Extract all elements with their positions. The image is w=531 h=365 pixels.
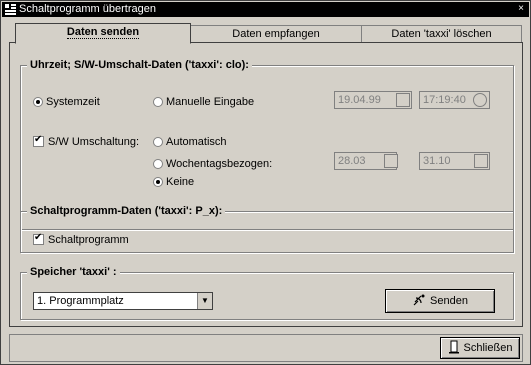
tab-daten-loeschen[interactable]: Daten 'taxxi' löschen [361,25,522,43]
tab-label: Daten 'taxxi' löschen [391,28,492,40]
keine-label: Keine [166,176,195,188]
wochentag-label: Wochentagsbezogen: [166,158,273,170]
manuelle-radio[interactable]: Manuelle Eingabe [153,96,254,109]
send-button[interactable]: Senden [385,289,495,313]
program-group-title: Schaltprogramm-Daten ('taxxi': P_x): [27,205,226,218]
memory-group-title: Speicher 'taxxi' : [27,266,120,279]
radio-indicator [153,177,163,187]
memory-group: Speicher 'taxxi' : 1. Programmplatz ▼ Se… [20,266,514,320]
close-icon[interactable]: × [516,4,526,14]
program-group: Schaltprogramm-Daten ('taxxi': P_x): Sch… [20,205,514,253]
app-icon [5,4,16,15]
systemzeit-label: Systemzeit [46,96,100,108]
wochentag-radio[interactable]: Wochentagsbezogen: [153,158,272,171]
sw-label: S/W Umschaltung: [48,136,140,148]
tab-label: Daten empfangen [232,28,320,40]
calendar-icon[interactable] [396,93,410,107]
radio-indicator [33,97,43,107]
memory-slot-value: 1. Programmplatz [37,295,124,307]
dialog-window: Schaltprogramm übertragen × Daten senden… [0,0,531,365]
tab-strip: Daten senden Daten empfangen Daten 'taxx… [15,23,530,44]
systemzeit-radio[interactable]: Systemzeit [33,96,100,109]
title-bar[interactable]: Schaltprogramm übertragen × [2,2,529,17]
chevron-down-icon[interactable]: ▼ [197,293,212,309]
close-label: Schließen [463,342,513,354]
tab-label: Daten senden [66,26,140,39]
schaltprogramm-label: Schaltprogramm [48,234,129,246]
memory-slot-select[interactable]: 1. Programmplatz ▼ [33,292,213,310]
door-exit-icon [448,340,459,354]
calendar-icon[interactable] [474,154,488,168]
footer-bar: Schließen [9,334,523,362]
automatisch-label: Automatisch [166,136,227,148]
tab-panel: Uhrzeit; S/W-Umschalt-Daten ('taxxi': cl… [9,42,523,327]
time-group-title: Uhrzeit; S/W-Umschalt-Daten ('taxxi': cl… [27,59,252,72]
send-label: Senden [430,295,468,307]
calendar-icon[interactable] [384,154,398,168]
manuelle-label: Manuelle Eingabe [166,96,255,108]
tab-daten-empfangen[interactable]: Daten empfangen [190,25,362,43]
satellite-icon [413,294,425,306]
radio-indicator [153,137,163,147]
checkbox-indicator [33,232,44,245]
checkbox-indicator [33,134,44,147]
radio-indicator [153,159,163,169]
automatisch-radio[interactable]: Automatisch [153,136,227,149]
keine-radio[interactable]: Keine [153,176,194,189]
sw-umschaltung-checkbox[interactable]: S/W Umschaltung: [33,134,140,149]
clock-icon[interactable] [473,93,487,107]
radio-indicator [153,97,163,107]
close-button[interactable]: Schließen [440,337,520,359]
schaltprogramm-checkbox[interactable]: Schaltprogramm [33,232,129,247]
tab-daten-senden[interactable]: Daten senden [15,23,191,44]
window-title: Schaltprogramm übertragen [19,3,156,15]
